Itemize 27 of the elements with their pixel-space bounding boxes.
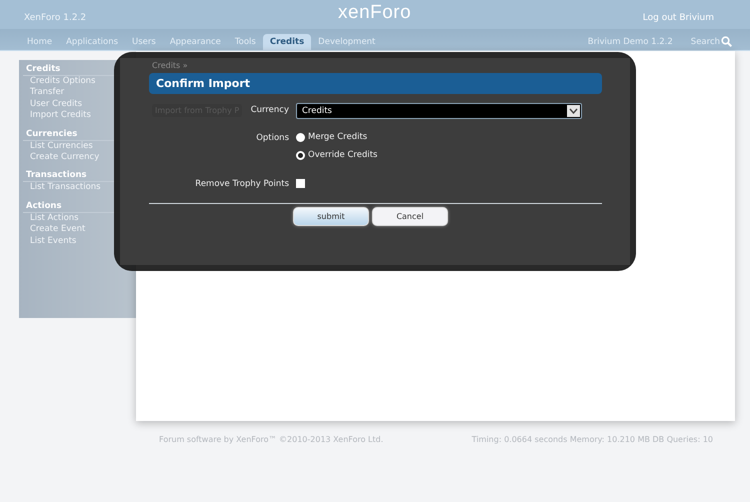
nav-tab[interactable]: Credits [262, 34, 312, 50]
search-link[interactable]: Search [690, 36, 732, 47]
field-label: Currency [250, 104, 289, 115]
submit-button[interactable]: submit [293, 207, 369, 226]
radio-button[interactable] [296, 132, 305, 142]
site-title: XenForo 1.2.2 [24, 12, 86, 22]
copyright-text: Forum software by XenForo™ ©2010-2013 XenForo Ltd. [159, 435, 384, 444]
breadcrumb[interactable]: Credits » [152, 61, 602, 73]
site-link[interactable]: Brivium Demo 1.2.2 [588, 36, 673, 47]
nav-tab[interactable]: Tools [228, 34, 263, 50]
field-label: Options [256, 132, 289, 143]
currency-select[interactable]: Credits [296, 103, 582, 119]
nav-tab[interactable]: Home [20, 34, 60, 50]
field-label: Remove Trophy Points [195, 178, 289, 189]
checkbox[interactable] [296, 179, 305, 188]
nav-tab[interactable]: Appearance [162, 34, 228, 50]
radio-button[interactable] [296, 150, 305, 160]
nav-tab[interactable]: Development [311, 34, 382, 50]
radio-label: Merge Credits [308, 132, 368, 142]
nav-tab[interactable]: Applications [59, 34, 126, 50]
dialog-title: Confirm Import [149, 73, 602, 94]
logo[interactable]: xenForo [338, 2, 412, 24]
cancel-button[interactable]: Cancel [372, 207, 448, 226]
logout-link[interactable]: Log out Brivium [642, 12, 714, 22]
radio-label: Override Credits [308, 150, 378, 160]
stats-text: Timing: 0.0664 seconds Memory: 10.210 MB DB Queries: 10 [472, 435, 713, 444]
nav-tab[interactable]: Users [125, 34, 163, 50]
